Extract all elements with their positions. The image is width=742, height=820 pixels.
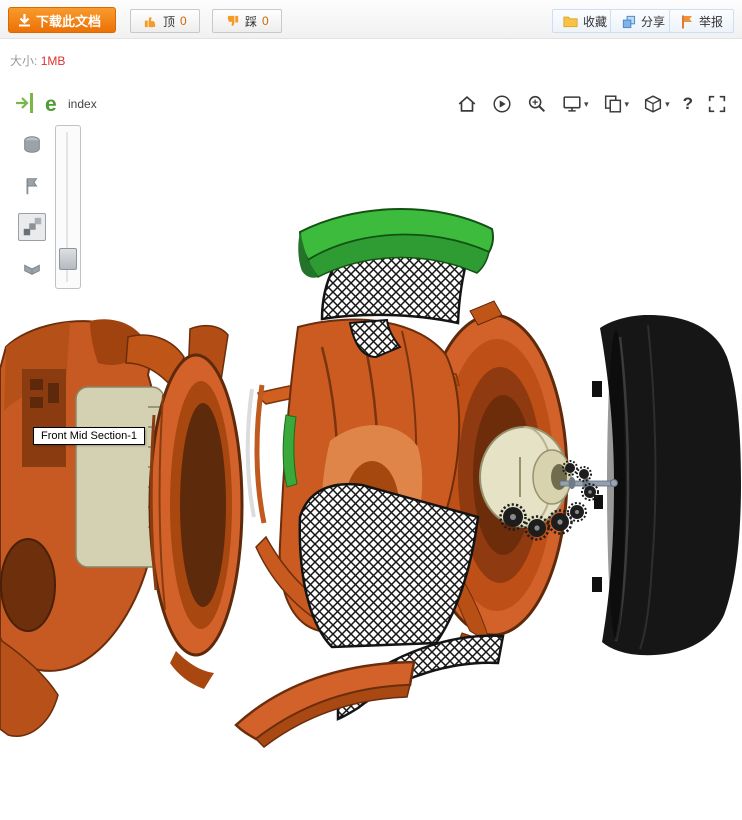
thumb-up-icon bbox=[143, 14, 158, 29]
part-tooltip: Front Mid Section-1 bbox=[33, 427, 145, 445]
markup-tool-button[interactable] bbox=[18, 172, 46, 200]
page: 下载此文档 顶 0 踩 0 收藏 分享 bbox=[0, 0, 742, 820]
share-label: 分享 bbox=[641, 13, 665, 30]
viewer-side-tools bbox=[18, 131, 48, 282]
thumb-down-icon bbox=[225, 14, 240, 29]
component-icon bbox=[21, 134, 43, 156]
explode-tool-button[interactable] bbox=[18, 213, 46, 241]
download-button[interactable]: 下载此文档 bbox=[8, 7, 116, 33]
vote-down-label: 踩 bbox=[245, 13, 257, 30]
model-viewport[interactable] bbox=[0, 85, 742, 820]
vote-up-count: 0 bbox=[180, 14, 187, 28]
move-tool-button[interactable] bbox=[18, 254, 46, 282]
component-tool-button[interactable] bbox=[18, 131, 46, 159]
vote-up-label: 顶 bbox=[163, 13, 175, 30]
motor-part[interactable] bbox=[480, 427, 618, 527]
top-toolbar: 下载此文档 顶 0 踩 0 收藏 分享 bbox=[0, 0, 742, 39]
vote-down-button[interactable]: 踩 0 bbox=[212, 9, 282, 33]
bottom-ring-part[interactable] bbox=[236, 662, 414, 747]
vote-up-button[interactable]: 顶 0 bbox=[130, 9, 200, 33]
share-button[interactable]: 分享 bbox=[610, 9, 676, 33]
download-label: 下载此文档 bbox=[36, 11, 101, 30]
download-icon bbox=[18, 13, 31, 27]
flag-marker-icon bbox=[21, 175, 43, 197]
explode-icon bbox=[21, 216, 43, 238]
explode-slider[interactable] bbox=[55, 125, 81, 289]
report-button[interactable]: 举报 bbox=[669, 9, 734, 33]
move-part-icon bbox=[21, 257, 43, 279]
explode-slider-thumb[interactable] bbox=[59, 248, 77, 270]
file-size-value: 1MB bbox=[41, 54, 66, 68]
favorite-button[interactable]: 收藏 bbox=[552, 9, 618, 33]
report-label: 举报 bbox=[699, 13, 723, 30]
vote-down-count: 0 bbox=[262, 14, 269, 28]
file-size: 大小: 1MB bbox=[10, 52, 65, 69]
report-flag-icon bbox=[680, 14, 694, 29]
rear-housing-part[interactable] bbox=[0, 319, 242, 736]
edrawings-viewer: e index bbox=[0, 85, 742, 820]
share-icon bbox=[621, 14, 636, 29]
favorite-folder-icon bbox=[563, 14, 578, 28]
file-size-label: 大小: bbox=[10, 54, 37, 68]
favorite-label: 收藏 bbox=[583, 13, 607, 30]
